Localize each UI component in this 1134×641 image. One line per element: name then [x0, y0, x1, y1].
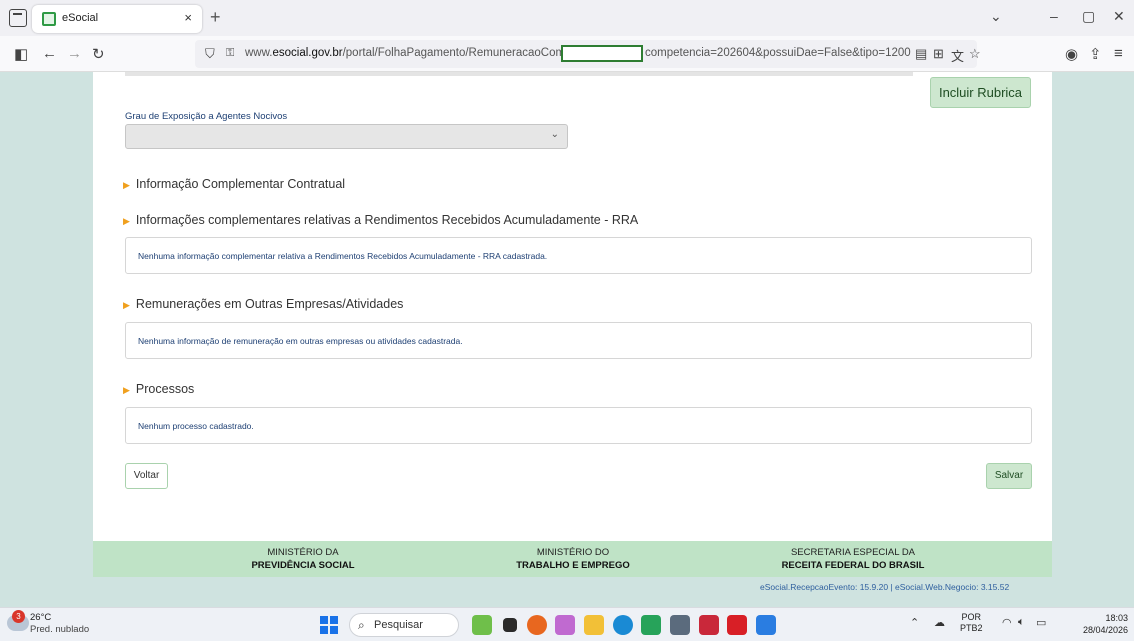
- url-query-text: competencia=202604&possuiDae=False&tipo=…: [645, 47, 911, 59]
- minimize-icon[interactable]: –: [1050, 8, 1058, 24]
- footer-line2: PREVIDÊNCIA SOCIAL: [251, 560, 355, 571]
- wifi-icon[interactable]: ◠: [1002, 616, 1012, 629]
- tab-title: eSocial: [62, 12, 99, 24]
- chevron-down-icon: ⌄: [550, 129, 559, 140]
- edge-icon[interactable]: [613, 615, 633, 635]
- temperature[interactable]: 26°C: [30, 612, 51, 623]
- outras-empresas-empty-text: Nenhuma informação de remuneração em out…: [138, 336, 463, 346]
- firefox-icon[interactable]: [527, 615, 547, 635]
- expand-triangle-icon: ▶: [123, 300, 130, 310]
- excel-icon[interactable]: [641, 615, 661, 635]
- clock-time: 18:03: [1105, 613, 1128, 623]
- search-icon: ⌕: [358, 618, 365, 632]
- gov-footer: MINISTÉRIO DA PREVIDÊNCIA SOCIAL MINISTÉ…: [93, 541, 1052, 577]
- incluir-rubrica-button[interactable]: Incluir Rubrica: [930, 77, 1031, 108]
- tab-close-icon[interactable]: ×: [184, 10, 192, 25]
- back-icon[interactable]: ←: [42, 45, 57, 62]
- word-icon[interactable]: [756, 615, 776, 635]
- taskbar-search[interactable]: ⌕ Pesquisar: [349, 613, 459, 637]
- footer-line1: MINISTÉRIO DO: [536, 547, 610, 558]
- processos-empty-text: Nenhum processo cadastrado.: [138, 421, 254, 431]
- url-redacted-segment: [561, 45, 643, 62]
- weather-alert-badge: 3: [12, 610, 25, 623]
- footer-line1: SECRETARIA ESPECIAL DA: [790, 547, 916, 558]
- footer-line2: TRABALHO E EMPREGO: [516, 560, 630, 571]
- language-indicator[interactable]: POR PTB2: [960, 612, 983, 634]
- section-title: Processos: [135, 382, 195, 396]
- extensions-icon[interactable]: ⇪: [1089, 45, 1102, 63]
- cloud-sync-icon[interactable]: ☁: [934, 616, 945, 629]
- reload-icon[interactable]: ↻: [92, 45, 105, 63]
- esocial-favicon-icon: [42, 12, 56, 26]
- form-panel: Incluir Rubrica Grau de Exposição a Agen…: [93, 72, 1052, 577]
- section-title: Remunerações em Outras Empresas/Atividad…: [135, 297, 404, 311]
- windows-start-icon[interactable]: [320, 616, 338, 634]
- grau-exposicao-select[interactable]: ⌄: [125, 124, 568, 149]
- sidebar-icon[interactable]: ◧: [14, 45, 28, 63]
- permissions-icon[interactable]: ⚿: [226, 47, 234, 60]
- file-explorer-icon[interactable]: [584, 615, 604, 635]
- outras-empresas-info-box: Nenhuma informação de remuneração em out…: [125, 322, 1032, 359]
- section-rra[interactable]: ▶ Informações complementares relativas a …: [123, 213, 638, 227]
- translate-icon[interactable]: 文: [951, 46, 964, 65]
- section-info-complementar-contratual[interactable]: ▶ Informação Complementar Contratual: [123, 177, 345, 191]
- browser-tab-esocial[interactable]: eSocial ×: [32, 5, 202, 33]
- chevron-down-icon[interactable]: ⌄: [990, 8, 1002, 25]
- expand-triangle-icon: ▶: [123, 385, 130, 395]
- lang-line1: POR: [961, 612, 982, 622]
- restore-icon[interactable]: ▢: [1082, 8, 1095, 25]
- voltar-button[interactable]: Voltar: [125, 463, 168, 489]
- clock-date: 28/04/2026: [1082, 625, 1128, 635]
- forward-icon[interactable]: →: [67, 45, 82, 62]
- close-window-icon[interactable]: ✕: [1113, 8, 1125, 25]
- expand-triangle-icon: ▶: [123, 180, 130, 190]
- account-icon[interactable]: ◉: [1065, 45, 1078, 63]
- reader-view-icon[interactable]: ▤: [915, 46, 927, 62]
- section-processos[interactable]: ▶ Processos: [123, 382, 194, 396]
- bookmark-star-icon[interactable]: ☆: [969, 46, 981, 62]
- tab-list-icon[interactable]: [9, 9, 27, 27]
- address-bar[interactable]: ⛉ ⚿ www.esocial.gov.br/portal/FolhaPagam…: [195, 40, 981, 68]
- salvar-button[interactable]: Salvar: [986, 463, 1032, 489]
- acrobat-icon[interactable]: [727, 615, 747, 635]
- expand-triangle-icon: ▶: [123, 216, 130, 226]
- shield-icon[interactable]: ⛉: [205, 46, 215, 62]
- rra-empty-text: Nenhuma informação complementar relativa…: [138, 251, 548, 261]
- processos-info-box: Nenhum processo cadastrado.: [125, 407, 1032, 444]
- section-title: Informação Complementar Contratual: [135, 177, 346, 191]
- volume-icon[interactable]: 🔈︎: [1018, 616, 1025, 629]
- menu-icon[interactable]: ≡: [1114, 45, 1123, 62]
- footer-receita: SECRETARIA ESPECIAL DA RECEITA FEDERAL D…: [743, 546, 963, 572]
- windows-taskbar: 3 26°C Pred. nublado ⌕ Pesquisar ⌃ ☁ POR…: [0, 607, 1134, 641]
- widgets-app-icon[interactable]: [472, 615, 492, 635]
- chevron-up-icon[interactable]: ⌃: [910, 616, 919, 629]
- mcafee-icon[interactable]: [699, 615, 719, 635]
- version-info: eSocial.RecepcaoEvento: 15.9.20 | eSocia…: [760, 582, 1010, 592]
- section-outras-empresas[interactable]: ▶ Remunerações em Outras Empresas/Ativida…: [123, 297, 403, 311]
- rra-info-box: Nenhuma informação complementar relativa…: [125, 237, 1032, 274]
- copilot-icon[interactable]: [555, 615, 575, 635]
- section-title: Informações complementares relativas a R…: [135, 213, 639, 227]
- previous-field-bottom: [125, 72, 913, 76]
- footer-line2: RECEITA FEDERAL DO BRASIL: [781, 560, 925, 571]
- browser-navbar: ◧ ← → ↻ ⛉ ⚿ www.esocial.gov.br/portal/Fo…: [0, 36, 1134, 72]
- battery-icon[interactable]: ▭: [1036, 616, 1046, 629]
- task-view-icon[interactable]: [503, 618, 517, 632]
- system-clock[interactable]: 18:03 28/04/2026: [1080, 612, 1128, 636]
- calculator-icon[interactable]: [670, 615, 690, 635]
- grau-exposicao-label: Grau de Exposição a Agentes Nocivos: [125, 111, 288, 122]
- save-page-icon[interactable]: ⊞: [933, 46, 944, 62]
- footer-previdencia: MINISTÉRIO DA PREVIDÊNCIA SOCIAL: [193, 546, 413, 572]
- footer-line1: MINISTÉRIO DA: [267, 547, 339, 558]
- new-tab-button[interactable]: +: [210, 7, 221, 28]
- url-text: www.esocial.gov.br/portal/FolhaPagamento…: [245, 47, 597, 59]
- browser-tab-strip: eSocial × + ⌄ – ▢ ✕: [0, 0, 1134, 36]
- weather-description[interactable]: Pred. nublado: [30, 624, 89, 635]
- lang-line2: PTB2: [960, 623, 983, 633]
- footer-trabalho: MINISTÉRIO DO TRABALHO E EMPREGO: [463, 546, 683, 572]
- search-placeholder: Pesquisar: [374, 619, 423, 631]
